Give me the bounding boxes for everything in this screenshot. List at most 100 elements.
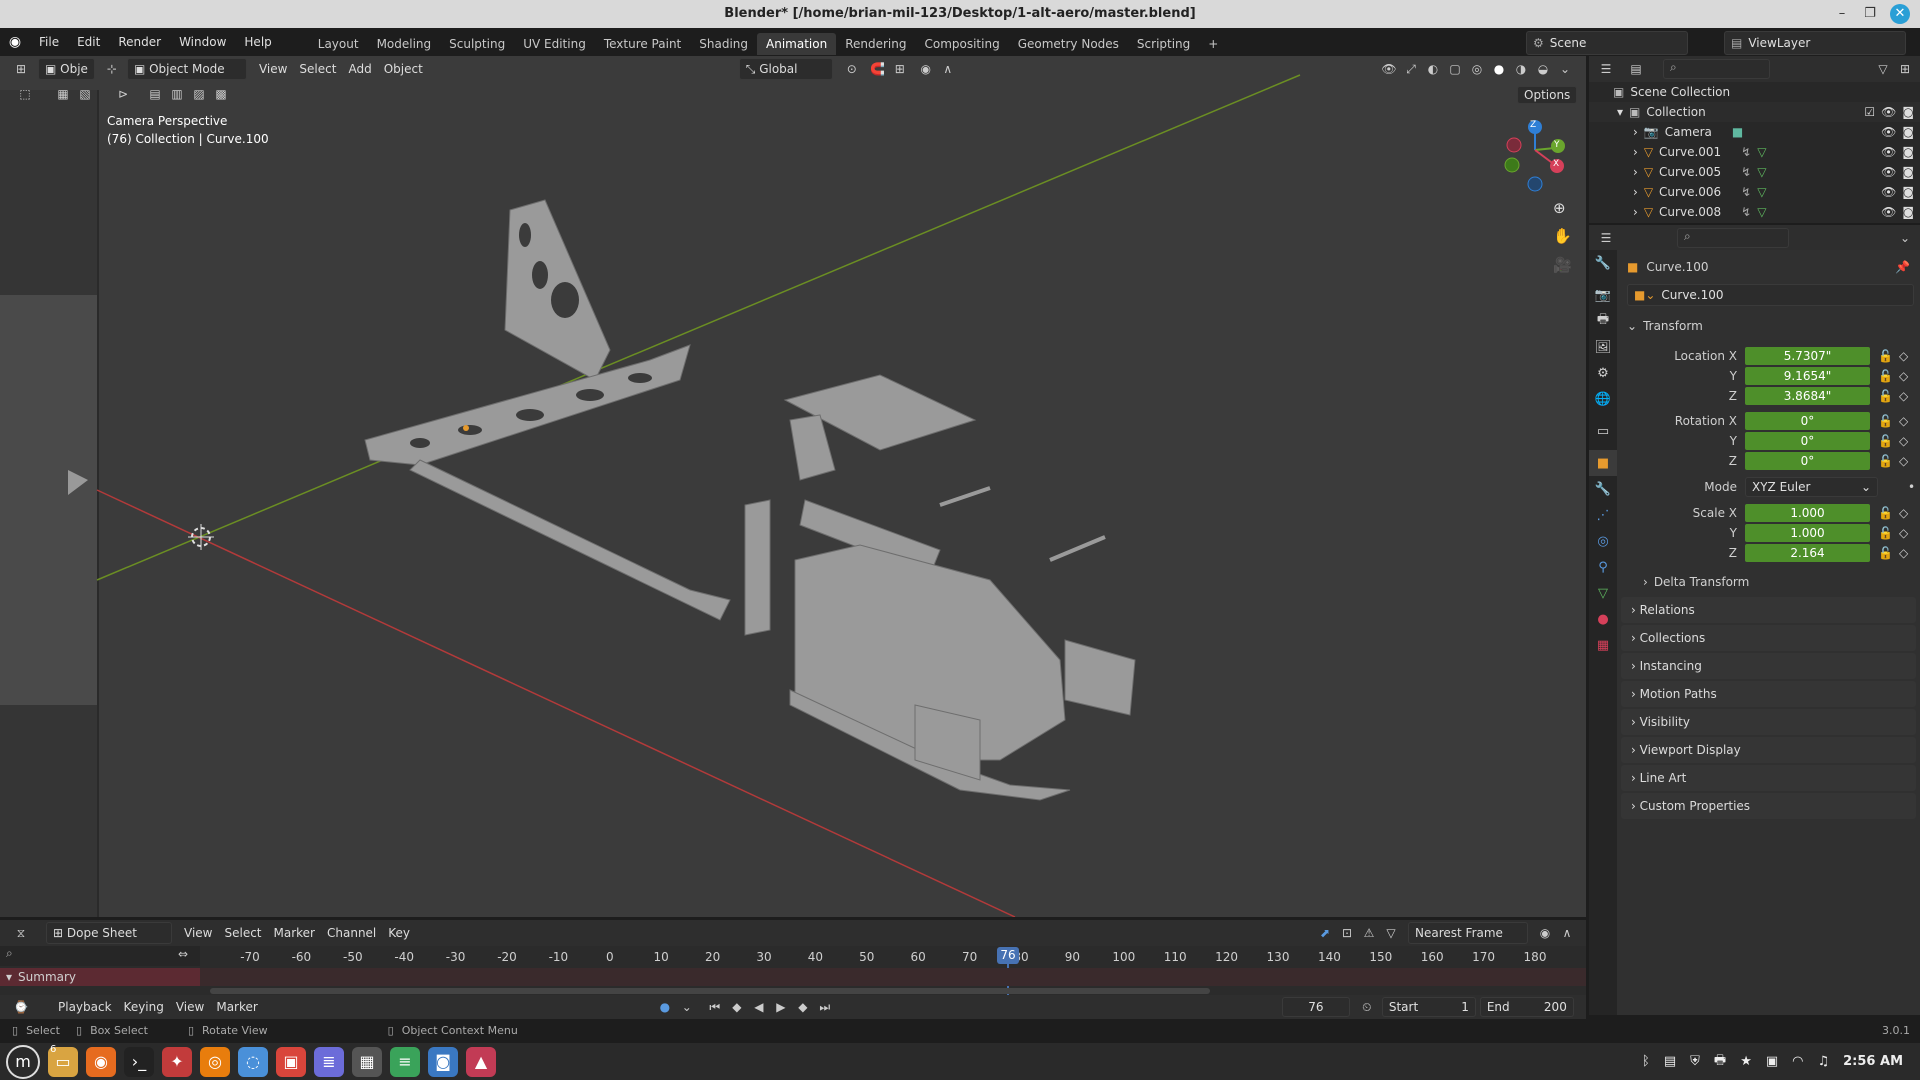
tab-uv-editing[interactable]: UV Editing: [514, 33, 595, 55]
modifier-icon[interactable]: ↯: [1741, 162, 1751, 182]
camera-render-icon[interactable]: ◙: [1902, 162, 1914, 182]
constraints-tab-icon[interactable]: ⚲: [1589, 554, 1617, 580]
location-y-field[interactable]: 9.1654": [1745, 367, 1870, 385]
camera-render-icon[interactable]: ◙: [1902, 122, 1914, 142]
select-invert-icon[interactable]: ▥: [166, 84, 188, 104]
editor-type-icon[interactable]: ⊞: [10, 59, 32, 79]
gizmo-y-label[interactable]: Y: [1554, 140, 1560, 150]
prev-keyframe-icon[interactable]: ◆: [726, 997, 748, 1017]
outliner-row-curve-005[interactable]: › ▽ Curve.005 ↯ ▽ 👁 ◙: [1589, 162, 1920, 182]
select-new-icon[interactable]: ▦: [52, 84, 74, 104]
camera-data-icon[interactable]: ■: [1732, 122, 1743, 142]
properties-search[interactable]: ⌕: [1677, 227, 1789, 248]
snap-mode-select[interactable]: Nearest Frame: [1408, 922, 1528, 944]
menu-render[interactable]: Render: [109, 28, 170, 56]
keyframe-icon[interactable]: ◇: [1899, 506, 1908, 520]
panel-motion-paths[interactable]: › Motion Paths: [1621, 681, 1916, 707]
show-hidden-icon[interactable]: ⊡: [1336, 923, 1358, 943]
scale-y-field[interactable]: 1.000: [1745, 524, 1870, 542]
firefox-icon[interactable]: ◉: [86, 1046, 116, 1077]
channel-search[interactable]: ⌕ ⇔: [0, 946, 200, 966]
chevron-right-icon[interactable]: ›: [1633, 142, 1638, 162]
pivot-point-icon[interactable]: ⊙: [841, 59, 863, 79]
panel-collections[interactable]: › Collections: [1621, 625, 1916, 651]
ds-menu-view[interactable]: View: [178, 923, 218, 943]
lock-icon[interactable]: 🔓: [1878, 389, 1893, 403]
current-frame-field[interactable]: 76: [1281, 997, 1350, 1017]
blender-logo-icon[interactable]: ◉: [0, 34, 30, 50]
eye-icon[interactable]: 👁: [1881, 162, 1896, 182]
lock-icon[interactable]: 🔓: [1878, 506, 1893, 520]
mesh-data-icon[interactable]: ▽: [1757, 202, 1766, 222]
chevron-down-icon[interactable]: ▾: [1617, 102, 1623, 122]
terminal-icon[interactable]: ›_: [124, 1046, 154, 1077]
world-tab-icon[interactable]: 🌐: [1589, 386, 1617, 412]
panel-custom-properties[interactable]: › Custom Properties: [1621, 793, 1916, 819]
location-x-field[interactable]: 5.7307": [1745, 347, 1870, 365]
only-selected-icon[interactable]: ⬈: [1314, 923, 1336, 943]
jump-start-icon[interactable]: ⏮: [704, 997, 726, 1017]
outliner-row-camera[interactable]: › 📷 Camera ■ 👁 ◙: [1589, 122, 1920, 142]
object-tab-icon[interactable]: ■: [1589, 450, 1617, 476]
tab-shading[interactable]: Shading: [690, 33, 757, 55]
dope-sheet-mode-select[interactable]: ⊞ Dope Sheet: [46, 922, 172, 944]
orientation-selector[interactable]: ⤡ Global: [738, 58, 833, 80]
select-intersect-icon[interactable]: ▨: [188, 84, 210, 104]
gizmo-x-label[interactable]: X: [1553, 159, 1559, 169]
star-icon[interactable]: ★: [1740, 1054, 1752, 1069]
material-tab-icon[interactable]: ●: [1589, 606, 1617, 632]
xray-icon[interactable]: ▢: [1444, 59, 1466, 79]
mesh-data-icon[interactable]: ▽: [1757, 162, 1766, 182]
transform-panel-header[interactable]: ⌄ Transform: [1617, 314, 1920, 338]
outliner-row-curve-008[interactable]: › ▽ Curve.008 ↯ ▽ 👁 ◙: [1589, 202, 1920, 222]
properties-editor-icon[interactable]: ☰: [1595, 228, 1617, 248]
rendered-shading-icon[interactable]: ◒: [1532, 59, 1554, 79]
eye-icon[interactable]: 👁: [1881, 142, 1896, 162]
texture-tab-icon[interactable]: ▦: [1589, 632, 1617, 658]
display-mode-icon[interactable]: ▤: [1625, 59, 1647, 79]
keying-options-icon[interactable]: ⌄: [676, 997, 698, 1017]
ds-menu-channel[interactable]: Channel: [321, 923, 382, 943]
select-extend-icon[interactable]: ▧: [74, 84, 96, 104]
lock-icon[interactable]: 🔓: [1878, 546, 1893, 560]
view-layer-tab-icon[interactable]: 🖼: [1589, 334, 1617, 360]
maximize-button[interactable]: ❐: [1860, 4, 1880, 24]
tab-compositing[interactable]: Compositing: [915, 33, 1008, 55]
outliner-row-scene-collection[interactable]: ▣ Scene Collection: [1589, 82, 1920, 102]
chevron-right-icon[interactable]: ›: [1633, 162, 1638, 182]
rotation-z-field[interactable]: 0°: [1745, 452, 1870, 470]
errors-only-icon[interactable]: ⚠: [1358, 923, 1380, 943]
minimize-button[interactable]: –: [1832, 4, 1852, 24]
rotation-y-field[interactable]: 0°: [1745, 432, 1870, 450]
eye-icon[interactable]: 👁: [1881, 182, 1896, 202]
menu-add[interactable]: Add: [342, 59, 377, 79]
particles-tab-icon[interactable]: ⋰: [1589, 502, 1617, 528]
software-manager-icon[interactable]: ≡: [390, 1046, 420, 1077]
zoom-icon[interactable]: ⊕: [1553, 199, 1566, 217]
physics-tab-icon[interactable]: ◎: [1589, 528, 1617, 554]
camera-render-icon[interactable]: ◙: [1902, 202, 1914, 222]
blender-taskbar-icon[interactable]: ◎: [200, 1046, 230, 1077]
bluetooth-icon[interactable]: ᛒ: [1642, 1054, 1650, 1069]
material-shading-icon[interactable]: ◑: [1510, 59, 1532, 79]
screenshot-icon[interactable]: ◙: [428, 1046, 458, 1077]
auto-keying-icon[interactable]: ●: [654, 997, 676, 1017]
menu-start-icon[interactable]: m: [6, 1044, 40, 1079]
transform-pivot-icon[interactable]: ⊹: [101, 59, 123, 79]
keyframe-icon[interactable]: ◇: [1899, 369, 1908, 383]
select-difference-icon[interactable]: ▩: [210, 84, 232, 104]
tab-sculpting[interactable]: Sculpting: [440, 33, 514, 55]
menu-edit[interactable]: Edit: [68, 28, 109, 56]
mesh-data-icon[interactable]: ▽: [1757, 142, 1766, 162]
preview-range-icon[interactable]: ⏲: [1356, 997, 1378, 1017]
add-workspace-icon[interactable]: +: [1199, 33, 1227, 55]
eye-icon[interactable]: 👁: [1881, 202, 1896, 222]
calculator-icon[interactable]: ▦: [352, 1046, 382, 1077]
play-icon[interactable]: ▶: [770, 997, 792, 1017]
mesh-data-icon[interactable]: ▽: [1757, 182, 1766, 202]
shading-options-icon[interactable]: ⌄: [1554, 59, 1576, 79]
menu-help[interactable]: Help: [235, 28, 280, 56]
lock-icon[interactable]: 🔓: [1878, 414, 1893, 428]
select-tool-icon[interactable]: ⬚: [14, 84, 36, 104]
select-subtract-icon[interactable]: ▤: [144, 84, 166, 104]
